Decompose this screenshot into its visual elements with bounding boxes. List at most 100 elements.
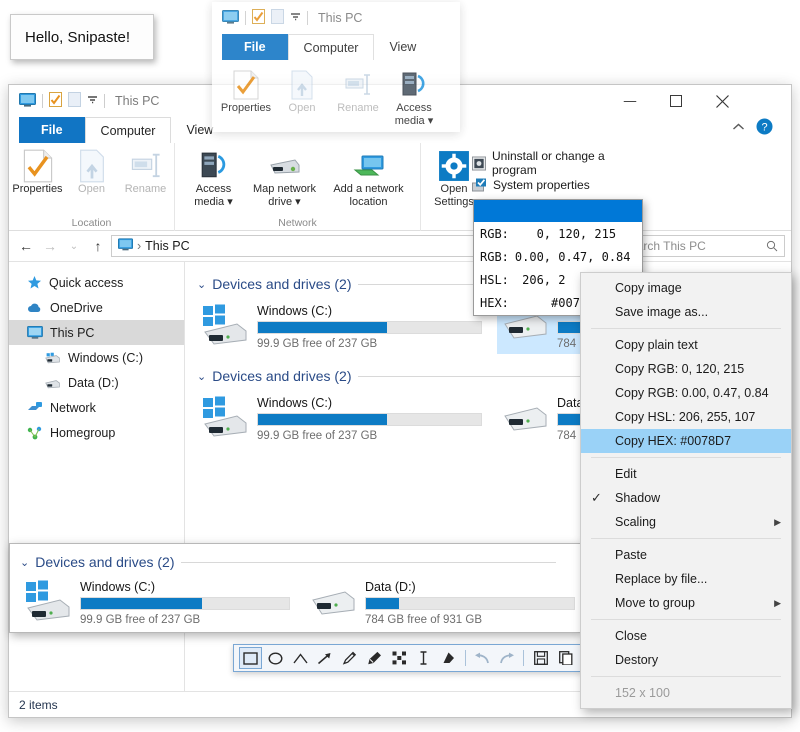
menu-item-label: Scaling [615, 515, 656, 529]
arc-tool[interactable] [289, 647, 312, 669]
rectangle-tool[interactable] [239, 647, 262, 669]
menu-item-scaling[interactable]: Scaling ▶ [581, 510, 791, 534]
open-icon [77, 149, 107, 183]
pencil-tool[interactable] [338, 647, 361, 669]
sidebar-item-homegroup[interactable]: Homegroup [9, 420, 184, 445]
ribbon-button-access-media[interactable]: Access media ▾ [388, 66, 440, 127]
chevron-down-icon[interactable]: ⌄ [197, 278, 206, 291]
drive-free-text: 99.9 GB free of 237 GB [257, 430, 378, 442]
drive-tile[interactable]: Windows (C:) 99.9 GB free of 237 GB [197, 300, 487, 354]
sidebar-item-windows-c[interactable]: Windows (C:) [9, 345, 184, 370]
sidebar-label: Windows (C:) [68, 350, 144, 365]
ribbon-label-properties: Properties [220, 102, 272, 114]
breadcrumb-current[interactable]: This PC [145, 239, 189, 253]
snipaste-context-menu[interactable]: Copy image Save image as... Copy plain t… [580, 272, 792, 709]
menu-item-copy-rgb-255[interactable]: Copy RGB: 0, 120, 215 [581, 357, 791, 381]
main-window-title: This PC [115, 94, 160, 108]
snipaste-hello-note[interactable]: Hello, Snipaste! [10, 14, 154, 60]
ribbon-collapse-button[interactable] [732, 121, 745, 135]
sidebar-item-quick-access[interactable]: Quick access [9, 270, 184, 295]
floating-explorer-window[interactable]: This PC File Computer View Properties Op… [212, 2, 460, 132]
ribbon-button-open[interactable]: Open [66, 147, 118, 196]
sidebar-item-network[interactable]: Network [9, 395, 184, 420]
minimize-button[interactable]: — [607, 85, 653, 117]
ribbon-button-rename[interactable]: Rename [120, 147, 172, 196]
chevron-down-icon[interactable]: ⌄ [197, 370, 206, 383]
menu-item-edit[interactable]: Edit [581, 462, 791, 486]
ribbon-button-properties[interactable]: Properties [220, 66, 272, 115]
save-button[interactable] [529, 647, 552, 669]
arrow-tool[interactable] [313, 647, 336, 669]
sidebar-item-onedrive[interactable]: OneDrive [9, 295, 184, 320]
text-tool[interactable] [412, 647, 435, 669]
tab-file[interactable]: File [19, 117, 85, 143]
color-row-value: 0, 120, 215 [514, 226, 617, 241]
status-item-count: 2 items [19, 697, 58, 712]
close-button[interactable] [699, 85, 745, 117]
menu-item-copy-hex[interactable]: Copy HEX: #0078D7 [581, 429, 791, 453]
ghost-window-titlebar[interactable]: This PC [212, 2, 460, 34]
ghost-window-tabstrip[interactable]: File Computer View [212, 34, 460, 60]
menu-item-close[interactable]: Close [581, 624, 791, 648]
redo-button[interactable] [496, 647, 519, 669]
ellipse-tool[interactable] [264, 647, 287, 669]
menu-item-copy-hsl[interactable]: Copy HSL: 206, 255, 107 [581, 405, 791, 429]
ribbon-button-map-network-drive[interactable]: Map network drive ▾ [247, 147, 323, 208]
ribbon-button-rename[interactable]: Rename [332, 66, 384, 115]
marker-tool[interactable] [363, 647, 386, 669]
menu-item-copy-image[interactable]: Copy image [581, 276, 791, 300]
mosaic-tool[interactable] [388, 647, 411, 669]
menu-item-paste[interactable]: Paste [581, 543, 791, 567]
check-icon: ✓ [591, 490, 602, 505]
sidebar-label: Quick access [49, 275, 124, 290]
menu-item-copy-rgb-float[interactable]: Copy RGB: 0.00, 0.47, 0.84 [581, 381, 791, 405]
properties-quick-icon[interactable] [252, 9, 265, 27]
menu-item-label: Copy image [615, 281, 682, 295]
chevron-down-icon[interactable] [290, 11, 301, 25]
sidebar-item-data-d[interactable]: Data (D:) [9, 370, 184, 395]
ribbon-button-add-network-location[interactable]: Add a network location [325, 147, 413, 208]
maximize-button[interactable] [653, 85, 699, 117]
drive-tile: Windows (C:) 99.9 GB free of 237 GB [20, 576, 295, 630]
menu-item-label: Shadow [615, 491, 661, 505]
forward-button[interactable]: → [39, 235, 61, 257]
submenu-arrow-icon: ▶ [774, 516, 781, 527]
up-button[interactable]: ↑ [87, 235, 109, 257]
tab-file[interactable]: File [222, 34, 288, 60]
back-button[interactable]: ← [15, 235, 37, 257]
new-folder-quick-icon[interactable] [68, 92, 81, 110]
sidebar-item-this-pc[interactable]: This PC [9, 320, 184, 345]
tab-computer[interactable]: Computer [287, 34, 375, 60]
new-folder-quick-icon[interactable] [271, 9, 284, 27]
snipaste-pasted-snippet[interactable]: ⌄ Devices and drives (2) Windows (C:) 99… [9, 543, 581, 633]
chevron-down-icon[interactable] [87, 94, 98, 108]
shortcut-uninstall-program[interactable]: Uninstall or change a program [472, 149, 642, 177]
network-icon [28, 401, 42, 410]
menu-item-destroy[interactable]: Destory [581, 648, 791, 672]
snipaste-annotation-toolbar[interactable] [233, 644, 583, 672]
windows-drive-icon [203, 396, 247, 437]
menu-item-copy-plain-text[interactable]: Copy plain text [581, 333, 791, 357]
group-divider [180, 561, 556, 563]
drive-tile[interactable]: Windows (C:) 99.9 GB free of 237 GB [197, 392, 487, 446]
ribbon-button-access-media[interactable]: Access media ▾ [183, 147, 245, 208]
hello-note-text: Hello, Snipaste! [25, 28, 131, 46]
ribbon-button-open[interactable]: Open [276, 66, 328, 115]
menu-item-replace-by-file[interactable]: Replace by file... [581, 567, 791, 591]
tab-computer[interactable]: Computer [84, 117, 172, 143]
undo-button[interactable] [471, 647, 494, 669]
shortcut-system-properties[interactable]: System properties [472, 174, 642, 196]
tab-view[interactable]: View [374, 34, 431, 60]
menu-item-shadow[interactable]: ✓ Shadow [581, 486, 791, 510]
menu-item-move-to-group[interactable]: Move to group ▶ [581, 591, 791, 615]
group-header-label: Devices and drives (2) [35, 554, 175, 570]
copy-button[interactable] [554, 647, 577, 669]
ribbon-group-location: Properties Open Rename Location [9, 143, 175, 231]
ribbon-button-properties[interactable]: Properties [12, 147, 64, 196]
menu-item-save-image-as[interactable]: Save image as... [581, 300, 791, 324]
group-header: ⌄ Devices and drives (2) [20, 554, 580, 570]
eraser-tool[interactable] [437, 647, 460, 669]
properties-quick-icon[interactable] [49, 92, 62, 110]
recent-locations-button[interactable]: ⌄ [63, 235, 85, 257]
help-button[interactable]: ? [756, 118, 773, 138]
